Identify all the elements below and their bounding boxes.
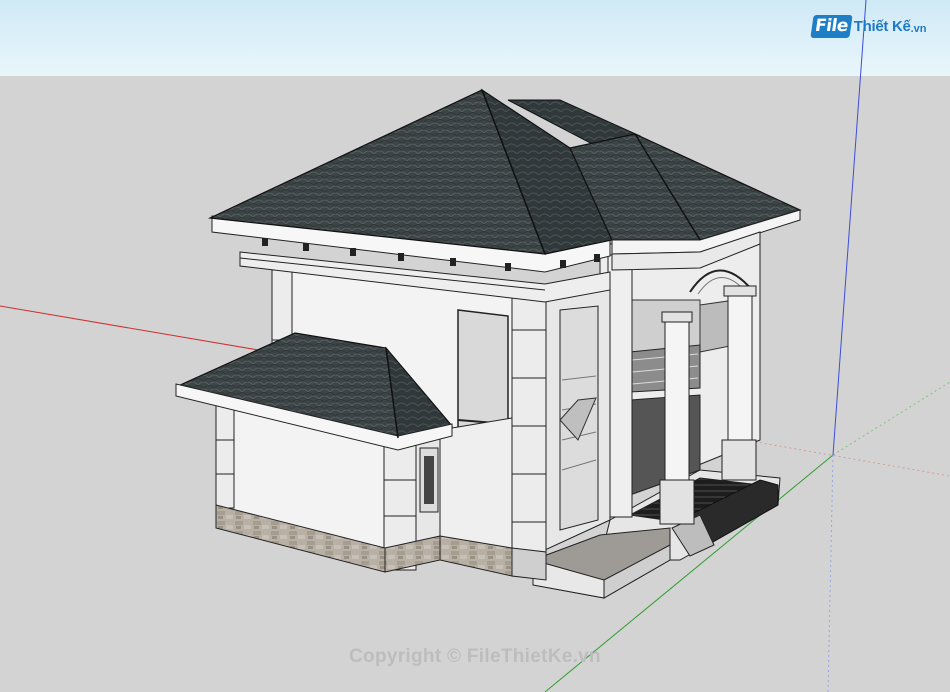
logo-file-badge: File	[810, 14, 853, 38]
sketchup-viewport[interactable]: File Thiết Kế .vn Copyright © FileThietK…	[0, 0, 950, 692]
logo-tld-text: .vn	[910, 23, 927, 35]
house-3d-model	[0, 0, 950, 692]
logo-brand-text: Thiết Kế	[853, 17, 911, 35]
filethietke-logo[interactable]: File Thiết Kế .vn	[810, 12, 927, 40]
blue-axis-icon	[827, 0, 867, 692]
